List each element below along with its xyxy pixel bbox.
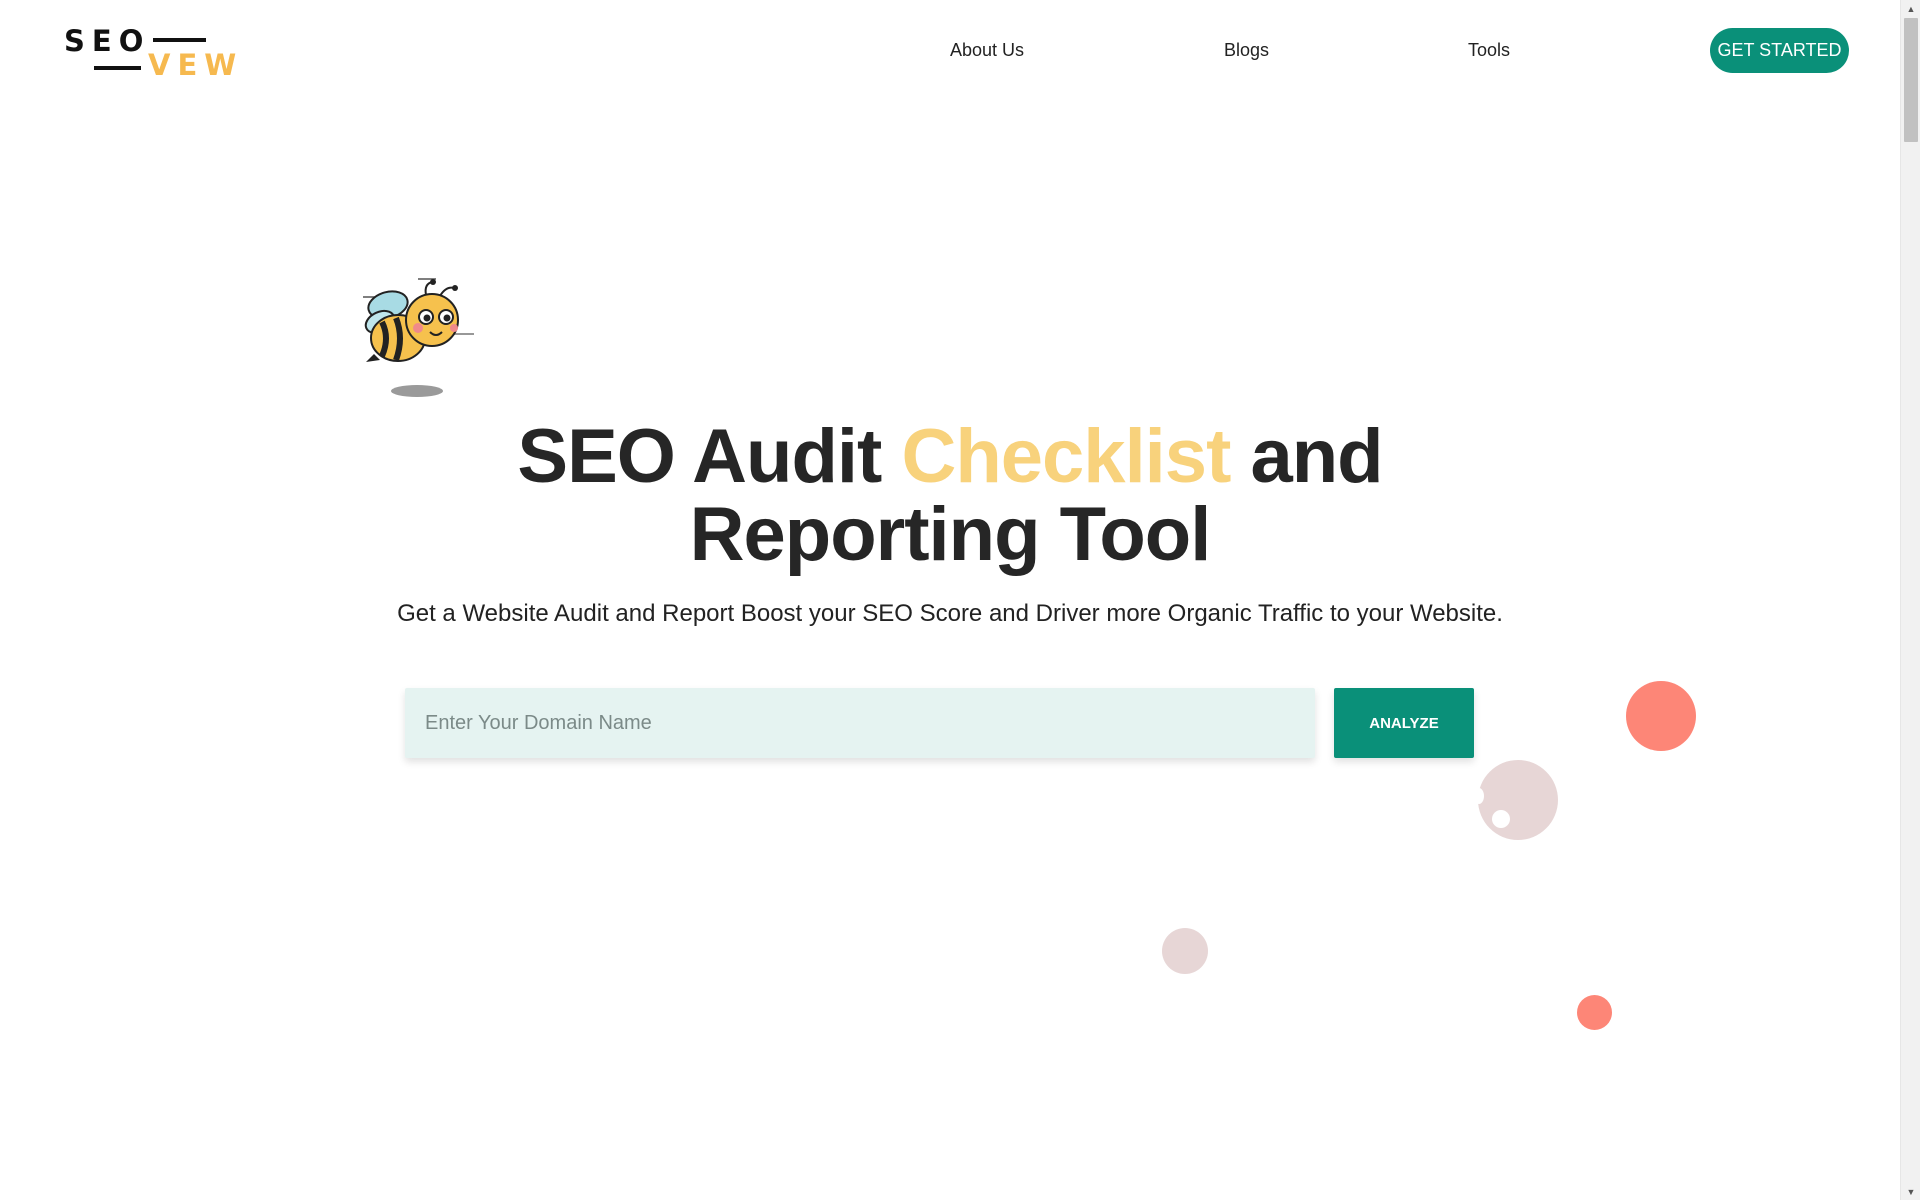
bee-mascot-icon <box>360 270 480 400</box>
decorative-dot <box>1492 810 1510 828</box>
hero-title-part2: and <box>1230 414 1383 499</box>
hero-title-part1: SEO Audit <box>517 414 902 499</box>
scrollbar-thumb[interactable] <box>1904 18 1918 142</box>
logo-bar-top <box>153 38 206 42</box>
hero-title-accent: Checklist <box>901 414 1231 499</box>
scroll-up-arrow-icon[interactable]: ▲ <box>1901 0 1920 17</box>
decorative-circle-coral-small <box>1577 995 1612 1030</box>
logo-text-vew: VEW <box>148 48 244 82</box>
decorative-circle-coral-large <box>1626 681 1696 751</box>
page: SEO VEW About Us Blogs Tools GET STARTED <box>0 0 1920 1200</box>
hero-subtitle: Get a Website Audit and Report Boost you… <box>397 600 1503 627</box>
hero-title: SEO Audit Checklist and Reporting Tool <box>0 418 1900 574</box>
analyze-button[interactable]: ANALYZE <box>1334 688 1474 758</box>
nav-blogs[interactable]: Blogs <box>1224 40 1269 61</box>
get-started-button[interactable]: GET STARTED <box>1710 28 1849 73</box>
scroll-down-arrow-icon[interactable]: ▼ <box>1901 1183 1920 1200</box>
logo-text-seo: SEO <box>64 24 151 58</box>
nav-about-us[interactable]: About Us <box>950 40 1024 61</box>
nav-tools[interactable]: Tools <box>1468 40 1510 61</box>
domain-search-input[interactable] <box>405 688 1315 758</box>
hero-title-line2: Reporting Tool <box>689 492 1212 577</box>
decorative-dot <box>1474 788 1484 804</box>
decorative-circle-pink-large <box>1474 760 1558 840</box>
site-logo[interactable]: SEO VEW <box>64 24 236 82</box>
decorative-circle-pink-small <box>1162 928 1208 974</box>
logo-bar-bottom <box>94 66 141 70</box>
page-scrollbar[interactable]: ▲ ▼ <box>1900 0 1920 1200</box>
